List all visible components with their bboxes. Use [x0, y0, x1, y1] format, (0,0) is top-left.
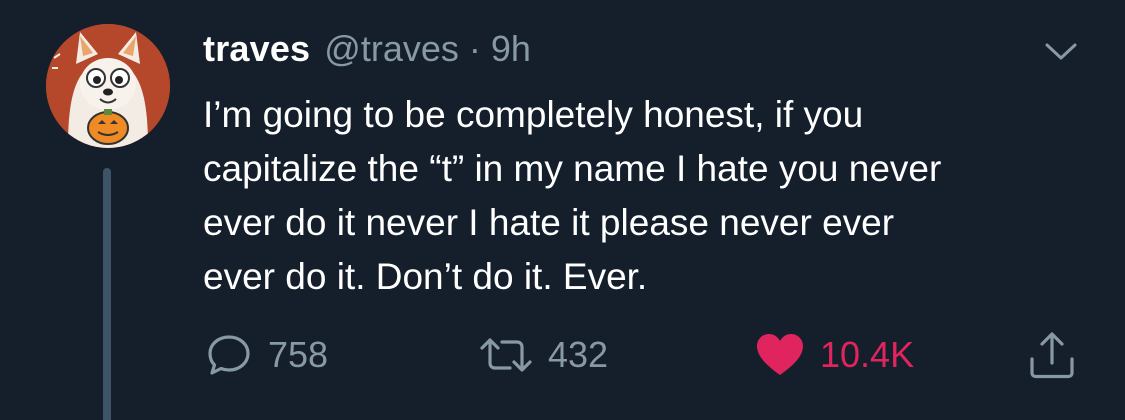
tweet-text: I’m going to be completely honest, if yo… — [203, 88, 1103, 304]
chevron-down-icon[interactable] — [1043, 40, 1079, 64]
reply-count: 758 — [268, 334, 329, 375]
tweet: traves @traves · 9h I’m going to be comp… — [0, 0, 1125, 420]
share-icon — [1026, 329, 1078, 381]
retweet-count: 432 — [548, 334, 609, 375]
reply-icon — [204, 330, 254, 380]
retweet-button[interactable]: 432 — [478, 325, 608, 385]
timestamp[interactable]: 9h — [491, 28, 531, 70]
user-handle[interactable]: @traves — [324, 28, 459, 70]
heart-icon — [754, 330, 806, 380]
action-bar: 758 432 10.4K — [0, 325, 1125, 385]
avatar[interactable] — [46, 24, 170, 148]
separator-dot: · — [468, 28, 481, 69]
reply-button[interactable]: 758 — [204, 325, 328, 385]
share-button[interactable] — [1026, 325, 1078, 385]
like-count: 10.4K — [820, 334, 915, 375]
tweet-header: traves @traves · 9h — [203, 28, 531, 80]
like-button[interactable]: 10.4K — [754, 325, 914, 385]
tweet-text-line: ever do it never I hate it please never … — [203, 202, 895, 243]
tweet-text-line: I’m going to be completely honest, if yo… — [203, 94, 864, 135]
tweet-text-line: ever do it. Don’t do it. Ever. — [203, 256, 648, 297]
tweet-text-line: capitalize the “t” in my name I hate you… — [203, 148, 942, 189]
retweet-icon — [478, 330, 534, 380]
display-name[interactable]: traves — [203, 28, 310, 70]
dog-ghost-avatar-image — [46, 24, 170, 148]
